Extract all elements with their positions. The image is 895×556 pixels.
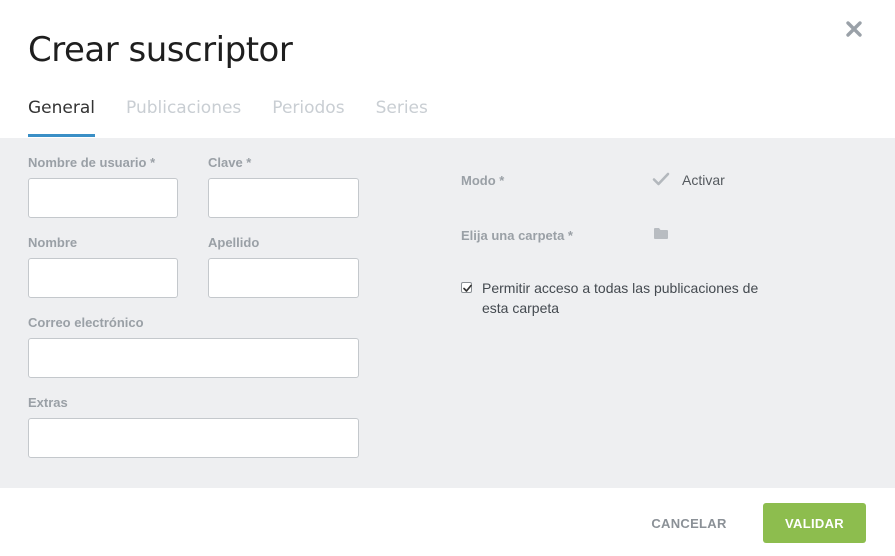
tab-periodos[interactable]: Periodos: [272, 98, 344, 135]
permission-checkbox[interactable]: [461, 282, 472, 293]
firstname-label: Nombre: [28, 235, 78, 250]
extras-label: Extras: [28, 395, 68, 410]
email-input[interactable]: [28, 338, 359, 378]
tab-bar: General Publicaciones Periodos Series: [28, 98, 459, 137]
username-label: Nombre de usuario *: [28, 155, 156, 170]
lastname-input[interactable]: [208, 258, 359, 298]
check-icon: [463, 284, 472, 292]
mode-value[interactable]: Activar: [682, 172, 725, 188]
folder-icon[interactable]: [653, 227, 669, 245]
folder-label: Elija una carpeta *: [461, 228, 573, 243]
mode-label: Modo *: [461, 173, 505, 188]
permission-label[interactable]: Permitir acceso a todas las publicacione…: [482, 278, 782, 318]
extras-input[interactable]: [28, 418, 359, 458]
firstname-input[interactable]: [28, 258, 178, 298]
close-icon[interactable]: [843, 18, 865, 40]
validate-button[interactable]: VALIDAR: [763, 503, 866, 543]
password-input[interactable]: [208, 178, 359, 218]
email-label: Correo electrónico: [28, 315, 144, 330]
checkmark-icon[interactable]: [652, 171, 670, 192]
tab-general[interactable]: General: [28, 98, 95, 137]
lastname-label: Apellido: [208, 235, 260, 250]
cancel-button[interactable]: CANCELAR: [640, 503, 738, 543]
tab-publicaciones[interactable]: Publicaciones: [126, 98, 241, 135]
tab-series[interactable]: Series: [376, 98, 428, 135]
password-label: Clave *: [208, 155, 252, 170]
dialog-title: Crear suscriptor: [28, 30, 293, 70]
close-button[interactable]: [843, 18, 865, 40]
username-input[interactable]: [28, 178, 178, 218]
